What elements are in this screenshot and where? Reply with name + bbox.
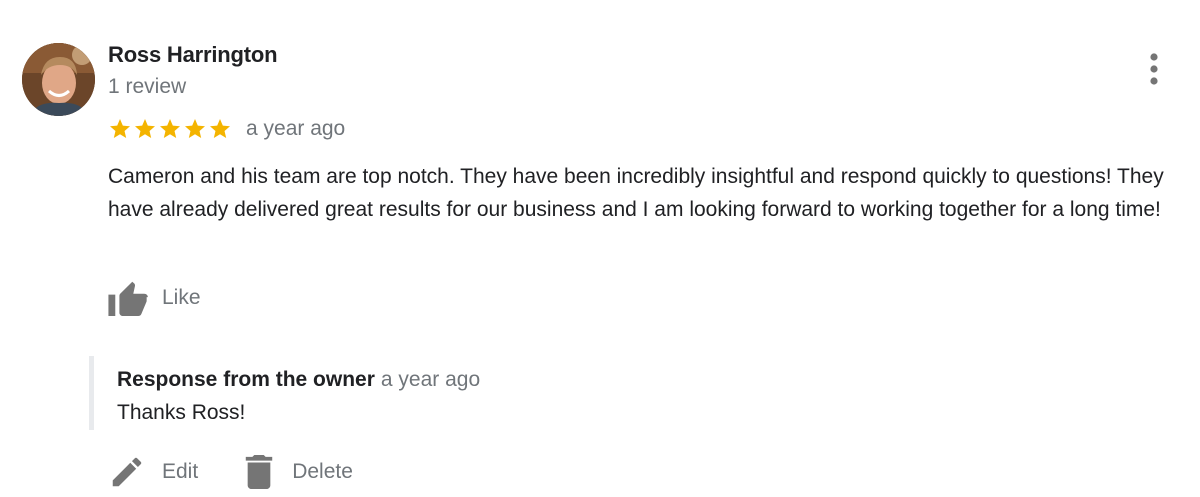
pencil-icon <box>112 457 142 487</box>
owner-response-time: a year ago <box>380 368 481 391</box>
star-icon <box>210 119 230 138</box>
review-count[interactable]: 1 review <box>108 75 186 99</box>
star-rating <box>108 117 232 141</box>
edit-button[interactable]: Edit <box>108 453 198 491</box>
delete-button[interactable]: Delete <box>242 453 353 491</box>
star-icon <box>160 119 180 138</box>
thumb-up-icon <box>108 281 148 316</box>
review-text: Cameron and his team are top notch. They… <box>108 165 1164 221</box>
like-button[interactable]: Like <box>108 278 201 318</box>
more-options-button[interactable] <box>1140 50 1168 90</box>
rating-row: a year ago <box>108 115 345 143</box>
delete-label: Delete <box>292 460 353 483</box>
owner-response-title: Response from the owner <box>117 368 375 391</box>
avatar-image <box>22 43 95 116</box>
owner-response-text: Thanks Ross! <box>117 401 246 424</box>
star-icon <box>185 119 205 138</box>
more-vert-icon <box>1150 53 1158 85</box>
owner-response-heading: Response from the owner a year ago <box>117 368 480 392</box>
reviewer-name[interactable]: Ross Harrington <box>108 42 278 68</box>
like-label: Like <box>162 286 201 309</box>
review-time: a year ago <box>246 117 346 140</box>
trash-icon <box>245 455 273 489</box>
star-icon <box>135 119 155 138</box>
star-icon <box>110 119 130 138</box>
edit-label: Edit <box>162 460 199 483</box>
owner-response: Response from the owner a year ago Thanks… <box>89 356 794 430</box>
avatar[interactable] <box>22 43 95 116</box>
response-actions: Edit Delete <box>108 452 353 492</box>
